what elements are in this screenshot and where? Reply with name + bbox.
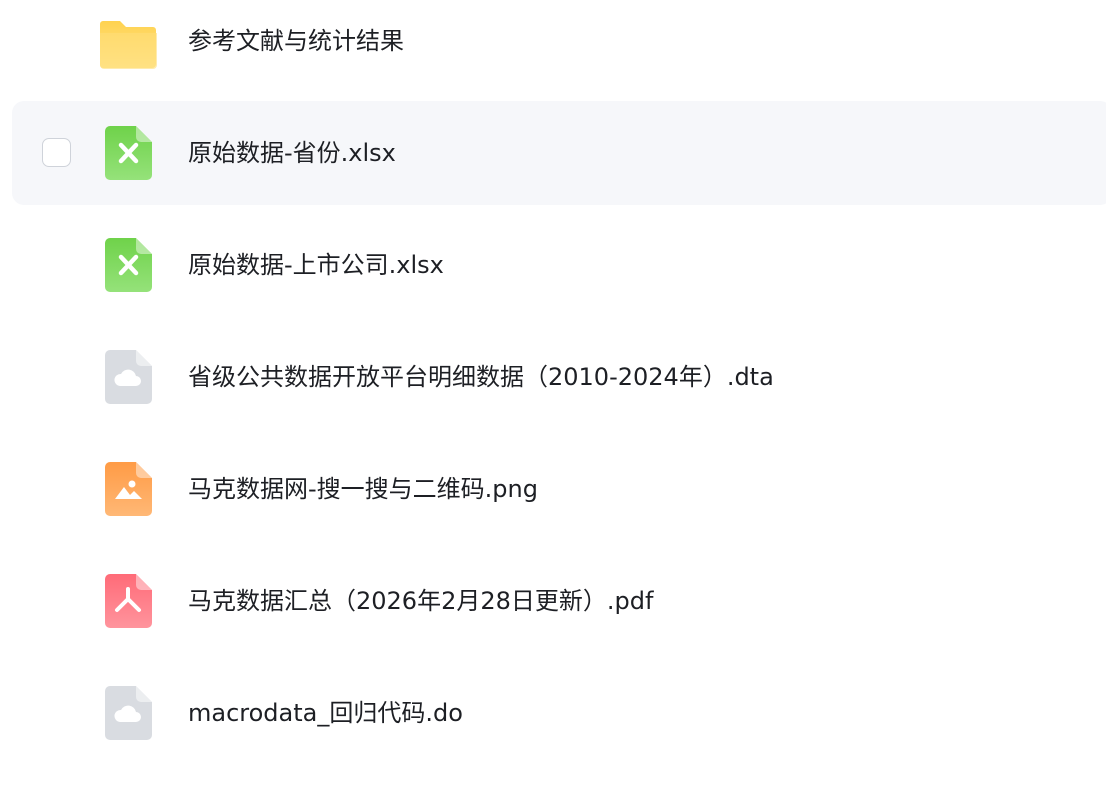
file-name: 原始数据-上市公司.xlsx	[188, 251, 444, 279]
file-row-do-code[interactable]: macrodata_回归代码.do	[12, 661, 1106, 765]
excel-file-icon	[105, 238, 152, 292]
cloud-file-icon	[105, 350, 152, 404]
excel-file-icon	[105, 126, 152, 180]
image-file-icon	[105, 462, 152, 516]
file-name: 原始数据-省份.xlsx	[188, 139, 396, 167]
file-name: 马克数据网-搜一搜与二维码.png	[188, 475, 538, 503]
pdf-file-icon	[105, 574, 152, 628]
file-row-dta-data[interactable]: 省级公共数据开放平台明细数据（2010-2024年）.dta	[12, 325, 1106, 429]
file-name: 参考文献与统计结果	[188, 27, 404, 55]
file-name: 省级公共数据开放平台明细数据（2010-2024年）.dta	[188, 363, 774, 391]
file-list: 参考文献与统计结果 原始数据-省份.xlsx 原始数据-上市公司.xlsx 省级…	[0, 0, 1106, 800]
file-row-excel-provinces[interactable]: 原始数据-省份.xlsx	[12, 101, 1106, 205]
file-name: macrodata_回归代码.do	[188, 699, 463, 727]
file-name: 马克数据汇总（2026年2月28日更新）.pdf	[188, 587, 654, 615]
file-row-pdf-summary[interactable]: 马克数据汇总（2026年2月28日更新）.pdf	[12, 549, 1106, 653]
file-row-excel-listed-companies[interactable]: 原始数据-上市公司.xlsx	[12, 213, 1106, 317]
cloud-file-icon	[105, 686, 152, 740]
select-checkbox[interactable]	[42, 138, 71, 167]
file-row-folder-references[interactable]: 参考文献与统计结果	[12, 0, 1106, 93]
folder-icon	[100, 19, 157, 69]
file-row-png-image[interactable]: 马克数据网-搜一搜与二维码.png	[12, 437, 1106, 541]
